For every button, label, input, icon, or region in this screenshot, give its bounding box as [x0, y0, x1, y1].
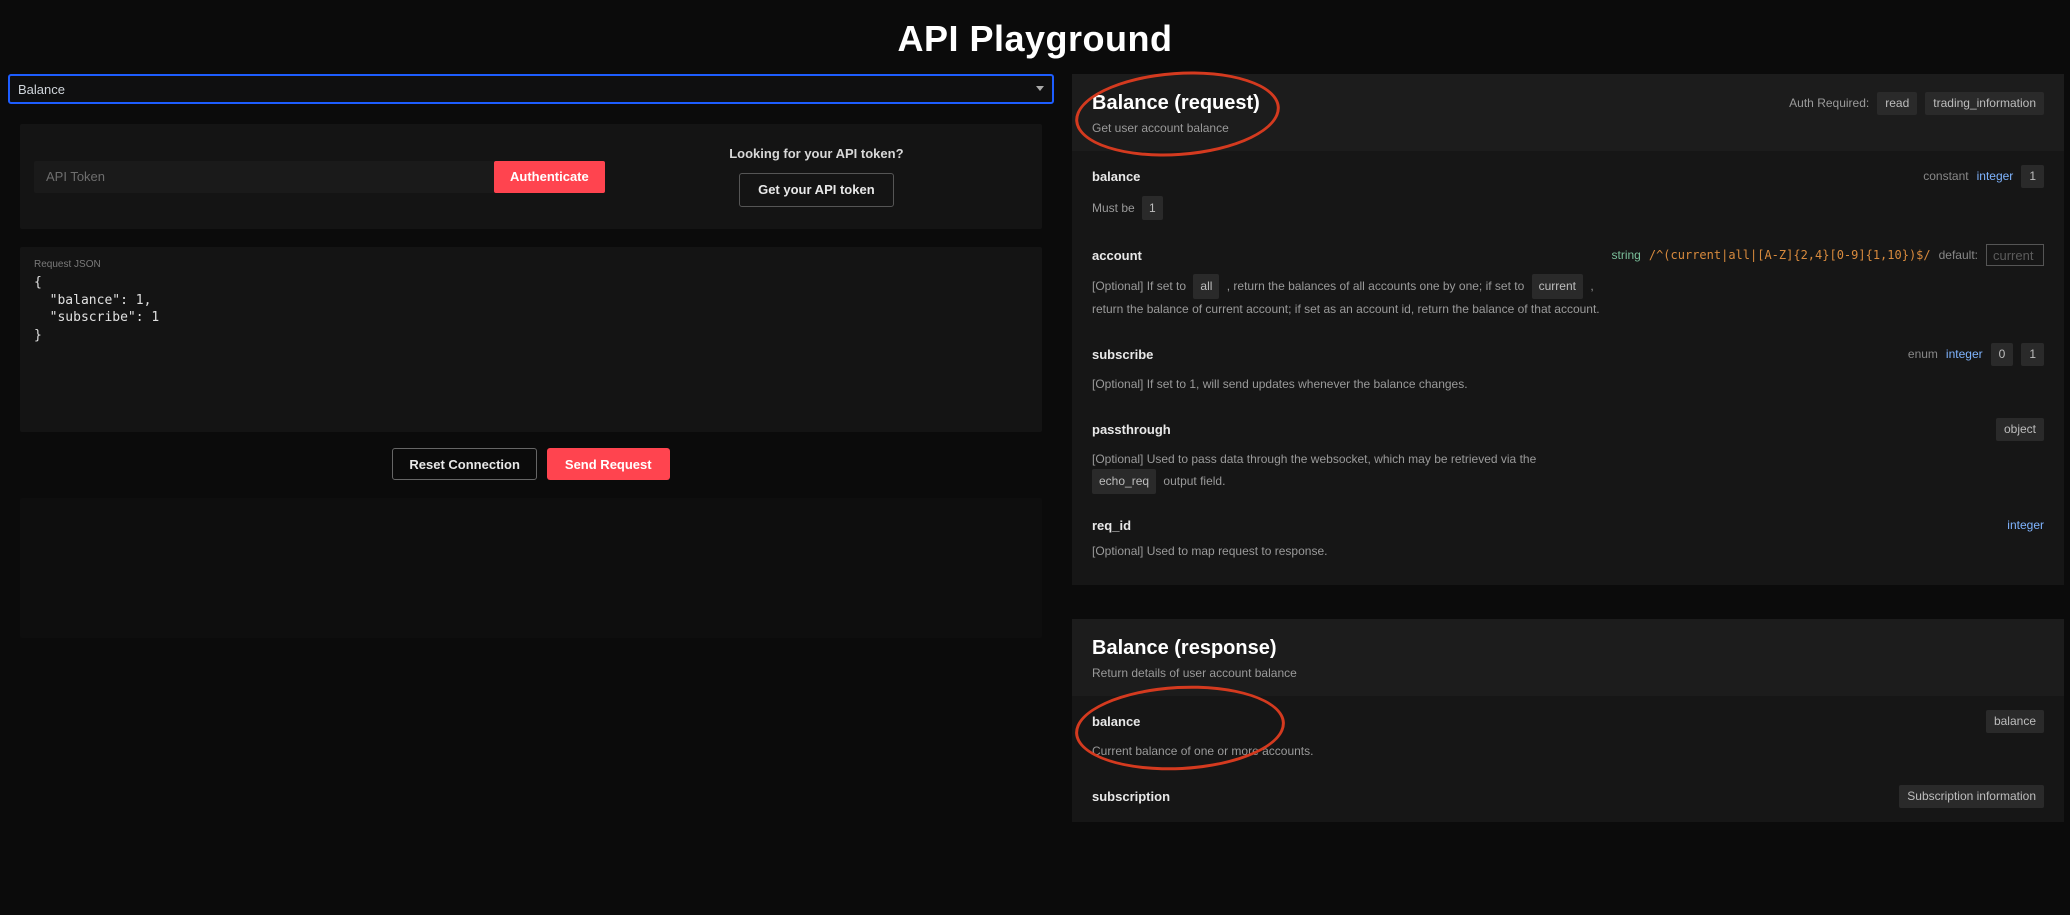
reset-connection-button[interactable]: Reset Connection: [392, 448, 537, 480]
account-d1c: ,: [1590, 279, 1593, 293]
field-name-balance: balance: [1092, 169, 1140, 184]
resp-field-subscription: subscription Subscription information: [1072, 771, 2064, 808]
balance-kind: constant: [1923, 169, 1968, 183]
request-title: Balance (request): [1092, 92, 1260, 115]
subscribe-enum-0: 0: [1991, 343, 2014, 366]
api-token-input[interactable]: [34, 161, 494, 193]
resp-balance-tag: balance: [1986, 710, 2044, 733]
authenticate-button[interactable]: Authenticate: [494, 161, 605, 193]
token-help-title: Looking for your API token?: [605, 146, 1028, 161]
field-passthrough: passthrough object [Optional] Used to pa…: [1072, 404, 2064, 504]
auth-required-label: Auth Required:: [1789, 96, 1869, 110]
balance-const: 1: [2021, 165, 2044, 188]
token-panel: Authenticate Looking for your API token?…: [20, 124, 1042, 229]
page-title: API Playground: [0, 0, 2070, 74]
subscribe-desc: [Optional] If set to 1, will send update…: [1092, 374, 2044, 394]
request-json-label: Request JSON: [34, 259, 1028, 270]
account-d1b: , return the balances of all accounts on…: [1227, 279, 1528, 293]
field-name-passthrough: passthrough: [1092, 422, 1171, 437]
account-tag-all: all: [1193, 274, 1219, 298]
subscribe-kind: enum: [1908, 347, 1938, 361]
account-d1a: [Optional] If set to: [1092, 279, 1189, 293]
resp-balance-name: balance: [1092, 714, 1140, 729]
send-request-button[interactable]: Send Request: [547, 448, 670, 480]
balance-desc-const: 1: [1142, 196, 1163, 220]
auth-required: Auth Required: read trading_information: [1789, 92, 2044, 115]
subscribe-enum-1: 1: [2021, 343, 2044, 366]
passthrough-tag-echo: echo_req: [1092, 469, 1156, 493]
request-section: Balance (request) Get user account balan…: [1072, 74, 2064, 585]
resp-balance-desc: Current balance of one or more accounts.: [1092, 741, 2044, 761]
req-id-type: integer: [2007, 518, 2044, 532]
response-subtitle: Return details of user account balance: [1092, 666, 1297, 680]
response-output-panel: [20, 498, 1042, 638]
account-tag-current: current: [1532, 274, 1583, 298]
field-name-req-id: req_id: [1092, 518, 1131, 533]
field-subscribe: subscribe enum integer 0 1 [Optional] If…: [1072, 329, 2064, 404]
field-name-subscribe: subscribe: [1092, 347, 1153, 362]
subscribe-type: integer: [1946, 347, 1983, 361]
resp-field-balance: balance balance Current balance of one o…: [1072, 696, 2064, 771]
request-json-body[interactable]: { "balance": 1, "subscribe": 1 }: [34, 274, 1028, 344]
account-d2: return the balance of current account; i…: [1092, 302, 1600, 316]
response-section: Balance (response) Return details of use…: [1072, 619, 2064, 822]
auth-scope-trading: trading_information: [1925, 92, 2044, 115]
api-select[interactable]: Balance: [8, 74, 1054, 104]
field-balance: balance constant integer 1 Must be 1: [1072, 151, 2064, 230]
account-pattern: /^(current|all|[A-Z]{2,4}[0-9]{1,10})$/: [1649, 248, 1931, 262]
field-name-account: account: [1092, 248, 1142, 263]
request-subtitle: Get user account balance: [1092, 121, 1260, 135]
account-type: string: [1612, 248, 1641, 262]
passthrough-d1: [Optional] Used to pass data through the…: [1092, 452, 1536, 466]
balance-type: integer: [1977, 169, 2014, 183]
resp-subscription-name: subscription: [1092, 789, 1170, 804]
auth-scope-read: read: [1877, 92, 1917, 115]
field-req-id: req_id integer [Optional] Used to map re…: [1072, 504, 2064, 571]
passthrough-type: object: [1996, 418, 2044, 441]
req-id-desc: [Optional] Used to map request to respon…: [1092, 541, 2044, 561]
field-account: account string /^(current|all|[A-Z]{2,4}…: [1072, 230, 2064, 329]
passthrough-d2: output field.: [1163, 474, 1225, 488]
resp-subscription-tag: Subscription information: [1899, 785, 2044, 808]
account-default-label: default:: [1939, 248, 1978, 262]
response-title: Balance (response): [1092, 637, 1297, 660]
api-select-wrap[interactable]: Balance: [8, 74, 1054, 104]
request-json-panel: Request JSON { "balance": 1, "subscribe"…: [20, 247, 1042, 432]
balance-desc-prefix: Must be: [1092, 201, 1135, 215]
account-default-input[interactable]: [1986, 244, 2044, 266]
get-token-button[interactable]: Get your API token: [739, 173, 894, 207]
